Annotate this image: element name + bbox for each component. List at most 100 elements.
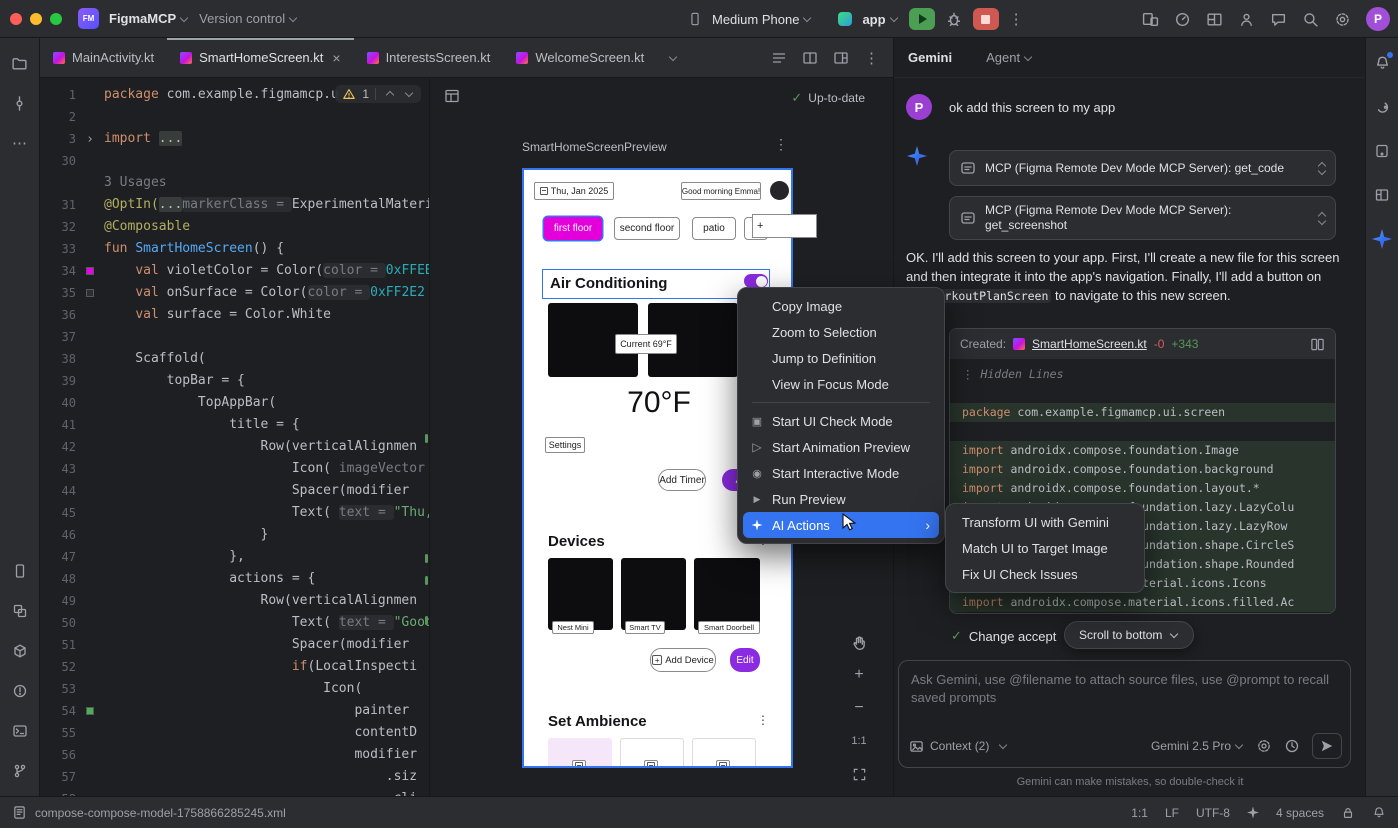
- line-number[interactable]: 30: [40, 150, 76, 172]
- tool-call-card[interactable]: MCP (Figma Remote Dev Mode MCP Server): …: [949, 150, 1336, 186]
- version-control-tool-icon[interactable]: [5, 756, 35, 786]
- zoom-to-fit-button[interactable]: [846, 762, 872, 786]
- menu-item[interactable]: [752, 402, 930, 403]
- line-number[interactable]: 41: [40, 414, 76, 436]
- ai-chat-icon[interactable]: [1270, 11, 1287, 28]
- menu-item[interactable]: Run Preview: [743, 486, 939, 512]
- add-device-button[interactable]: +Add Device: [650, 648, 716, 672]
- prompt-settings-icon[interactable]: [1256, 738, 1272, 754]
- notifications-bell-icon[interactable]: [1367, 48, 1397, 78]
- insights-icon[interactable]: [1238, 11, 1255, 28]
- changes-tool-icon[interactable]: [5, 596, 35, 626]
- ai-status-icon[interactable]: [1247, 807, 1259, 819]
- encoding-widget[interactable]: UTF-8: [1196, 806, 1230, 820]
- gradle-tool-icon[interactable]: [1367, 92, 1397, 122]
- close-window-button[interactable]: [10, 13, 22, 25]
- line-number[interactable]: 52: [40, 656, 76, 678]
- zoom-in-button[interactable]: +: [846, 663, 872, 687]
- line-ending-widget[interactable]: LF: [1165, 806, 1179, 820]
- vcs-widget[interactable]: Version control: [199, 11, 298, 26]
- expand-icon[interactable]: [1319, 213, 1325, 224]
- line-number[interactable]: 45: [40, 502, 76, 524]
- scroll-to-bottom-button[interactable]: Scroll to bottom: [1064, 621, 1194, 649]
- profile-avatar[interactable]: P: [1366, 7, 1390, 31]
- hidden-tabs-chevron-icon[interactable]: [657, 38, 686, 77]
- line-number[interactable]: 35: [40, 282, 76, 304]
- greeting-chip[interactable]: Good morning Emma!: [681, 182, 761, 200]
- line-number[interactable]: 31: [40, 194, 76, 216]
- next-issue-icon[interactable]: [405, 89, 413, 97]
- inspection-widget[interactable]: 1: [335, 85, 421, 103]
- line-number[interactable]: 55: [40, 722, 76, 744]
- line-number[interactable]: 44: [40, 480, 76, 502]
- menu-item[interactable]: Start UI Check Mode: [743, 408, 939, 434]
- color-swatch-icon[interactable]: [86, 707, 94, 715]
- line-number[interactable]: 36: [40, 304, 76, 326]
- floor-tab-first[interactable]: first floor: [544, 217, 602, 240]
- profile-avatar[interactable]: [770, 181, 789, 200]
- search-icon[interactable]: [1302, 11, 1319, 28]
- split-view-icon[interactable]: [802, 50, 818, 66]
- stop-button[interactable]: [973, 8, 999, 30]
- ambience-more-icon[interactable]: ⋮: [757, 713, 769, 727]
- line-number[interactable]: 58: [40, 788, 76, 796]
- profiler-icon[interactable]: [1174, 11, 1191, 28]
- line-number[interactable]: 56: [40, 744, 76, 766]
- statusbar-file[interactable]: compose-compose-model-1758866285245.xml: [12, 805, 286, 820]
- tab-mainactivity[interactable]: MainActivity.kt: [40, 38, 167, 77]
- close-tab-icon[interactable]: ×: [332, 50, 340, 66]
- terminal-tool-icon[interactable]: [5, 716, 35, 746]
- menu-item[interactable]: Copy Image: [743, 293, 939, 319]
- line-number[interactable]: 54: [40, 700, 76, 722]
- debug-icon[interactable]: [945, 10, 963, 28]
- device-card[interactable]: [694, 558, 760, 630]
- menu-item[interactable]: View in Focus Mode: [743, 371, 939, 397]
- line-number[interactable]: 48: [40, 568, 76, 590]
- prev-issue-icon[interactable]: [386, 91, 394, 99]
- project-selector[interactable]: FigmaMCP: [109, 11, 189, 26]
- color-swatch-icon[interactable]: [86, 267, 94, 275]
- current-temp-chip[interactable]: Current 69°F: [615, 334, 677, 354]
- code-editor[interactable]: 1 package com.example.figmamcp.u 2: [40, 78, 430, 796]
- tab-welcomescreen[interactable]: WelcomeScreen.kt: [503, 38, 657, 77]
- code-view-icon[interactable]: [771, 50, 787, 66]
- indent-widget[interactable]: 4 spaces: [1276, 806, 1324, 820]
- line-number[interactable]: 53: [40, 678, 76, 700]
- zoom-out-button[interactable]: −: [846, 696, 872, 720]
- gemini-tool-icon[interactable]: [1367, 224, 1397, 254]
- device-mirroring-icon[interactable]: [1142, 11, 1159, 28]
- line-number[interactable]: 3: [40, 128, 76, 150]
- notifications-icon[interactable]: [1372, 806, 1386, 820]
- submenu-item[interactable]: Match UI to Target Image: [951, 535, 1139, 561]
- settings-gear-icon[interactable]: [1334, 11, 1351, 28]
- menu-item[interactable]: Start Animation Preview: [743, 434, 939, 460]
- send-button[interactable]: [1312, 733, 1342, 759]
- line-number[interactable]: 37: [40, 326, 76, 348]
- menu-item[interactable]: Zoom to Selection: [743, 319, 939, 345]
- line-number[interactable]: 57: [40, 766, 76, 788]
- menu-item[interactable]: Jump to Definition: [743, 345, 939, 371]
- add-timer-button[interactable]: Add Timer: [658, 469, 706, 491]
- zoom-actual-size-button[interactable]: 1:1: [846, 729, 872, 753]
- edit-button[interactable]: Edit: [730, 648, 760, 672]
- tab-smarthomescreen[interactable]: SmartHomeScreen.kt×: [167, 38, 353, 77]
- zoom-widget[interactable]: 1:1: [1131, 806, 1148, 820]
- fold-icon[interactable]: ›: [86, 133, 94, 146]
- floor-tab-second[interactable]: second floor: [614, 217, 680, 240]
- date-chip[interactable]: Thu, Jan 2025: [534, 182, 614, 200]
- line-number[interactable]: 49: [40, 590, 76, 612]
- line-number[interactable]: 40: [40, 392, 76, 414]
- problems-tool-icon[interactable]: [5, 676, 35, 706]
- lock-icon[interactable]: [1341, 806, 1355, 820]
- device-card[interactable]: [548, 558, 613, 630]
- expand-icon[interactable]: [1319, 163, 1325, 174]
- tab-interestsscreen[interactable]: InterestsScreen.kt: [354, 38, 504, 77]
- history-icon[interactable]: [1284, 738, 1300, 754]
- line-number[interactable]: 39: [40, 370, 76, 392]
- run-config-selector[interactable]: app: [862, 12, 898, 27]
- line-number[interactable]: 42: [40, 436, 76, 458]
- pan-hand-icon[interactable]: [846, 630, 872, 654]
- floor-tab-patio[interactable]: patio: [692, 217, 736, 240]
- device-selector[interactable]: Medium Phone: [712, 12, 812, 27]
- submenu-item[interactable]: Fix UI Check Issues: [951, 561, 1139, 587]
